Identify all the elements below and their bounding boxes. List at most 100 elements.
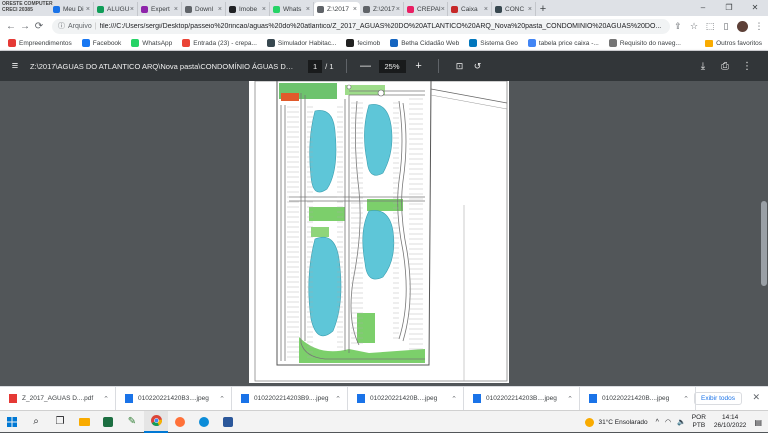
rotate-icon[interactable]: ↺ xyxy=(469,61,487,72)
downloads-list: Z_2017_AGUAS D....pdf ⌃ 010220221420B3....… xyxy=(0,386,696,411)
download-options-icon[interactable]: ⌃ xyxy=(451,395,457,403)
bookmark-item[interactable]: Empreendimentos xyxy=(8,39,72,47)
tab-close-icon[interactable]: × xyxy=(86,6,90,13)
print-icon[interactable]: ⎙ xyxy=(714,61,736,72)
download-item[interactable]: Z_2017_AGUAS D....pdf ⌃ xyxy=(0,386,116,411)
bookmark-item[interactable]: Simulador Habitac... xyxy=(266,39,336,47)
tab-close-icon[interactable]: × xyxy=(262,6,266,13)
pen-app-icon[interactable]: ✎ xyxy=(120,411,144,433)
zoom-level-input[interactable]: 25% xyxy=(378,59,406,73)
word-icon[interactable] xyxy=(216,411,240,433)
volume-icon[interactable]: 🔈 xyxy=(677,418,686,426)
download-options-icon[interactable]: ⌃ xyxy=(683,395,689,403)
bookmark-label: tabela price caixa -... xyxy=(538,39,599,47)
browser-tab[interactable]: Z:\2017 × xyxy=(314,2,360,16)
zoom-in-button[interactable]: + xyxy=(412,60,426,72)
maximize-button[interactable]: ❐ xyxy=(716,0,742,16)
tab-close-icon[interactable]: × xyxy=(306,6,310,13)
download-options-icon[interactable]: ⌃ xyxy=(219,395,225,403)
side-panel-icon[interactable]: ▯ xyxy=(718,21,734,32)
windows-start-icon[interactable] xyxy=(0,411,24,433)
download-options-icon[interactable]: ⌃ xyxy=(335,395,341,403)
toolbar-divider xyxy=(437,59,439,73)
chrome-icon[interactable] xyxy=(144,410,168,433)
bookmark-star-icon[interactable]: ☆ xyxy=(686,21,702,32)
browser-tab[interactable]: Caixa × xyxy=(448,2,492,16)
language-indicator[interactable]: POR PTB xyxy=(692,414,706,430)
browser-menu-icon[interactable]: ⋮ xyxy=(751,21,767,32)
back-button[interactable]: ← xyxy=(4,21,18,32)
tab-close-icon[interactable]: × xyxy=(441,6,445,13)
firefox-icon[interactable] xyxy=(168,411,192,433)
reload-button[interactable]: ⟳ xyxy=(32,21,46,32)
excel-icon[interactable] xyxy=(96,411,120,433)
url-text[interactable]: file:///C:/Users/sergi/Desktop/passeio%2… xyxy=(100,23,662,30)
weather-widget[interactable]: 31°C Ensolarado xyxy=(585,417,648,427)
browser-tab[interactable]: Expert × xyxy=(138,2,182,16)
download-item[interactable]: 010220221420B3....jpeg ⌃ xyxy=(116,386,232,411)
browser-tab[interactable]: CREPAI × xyxy=(404,2,448,16)
edge-icon[interactable] xyxy=(192,411,216,433)
browser-tab[interactable]: CONC × xyxy=(492,2,536,16)
wifi-icon[interactable]: ◠ xyxy=(665,418,671,426)
download-options-icon[interactable]: ⌃ xyxy=(567,395,573,403)
bookmark-item[interactable]: Requisito do naveg... xyxy=(608,39,681,47)
file-explorer-icon[interactable] xyxy=(72,411,96,433)
address-bar[interactable]: ⓘ Arquivo | file:///C:/Users/sergi/Deskt… xyxy=(52,18,670,34)
fit-page-icon[interactable]: ⊡ xyxy=(451,61,469,72)
tab-close-icon[interactable]: × xyxy=(353,6,357,13)
show-hidden-icons[interactable]: ^ xyxy=(656,419,659,426)
viewer-scrollbar[interactable] xyxy=(761,201,767,286)
tab-close-icon[interactable]: × xyxy=(218,6,222,13)
watermark-line: CRECI 20385 xyxy=(2,7,33,13)
share-icon[interactable]: ⇪ xyxy=(670,21,686,32)
pdf-toolbar: ≡ Z:\2017\AGUAS DO ATLANTICO ARQ\Nova pa… xyxy=(0,51,768,81)
zoom-out-button[interactable]: — xyxy=(359,60,373,72)
download-item[interactable]: 0102202214203B....jpeg ⌃ xyxy=(464,386,580,411)
pdf-menu-icon[interactable]: ≡ xyxy=(0,60,30,72)
more-options-icon[interactable]: ⋮ xyxy=(736,61,758,72)
extensions-icon[interactable]: ⬚ xyxy=(702,21,718,32)
search-icon[interactable]: ⌕ xyxy=(24,411,48,433)
close-downloads-icon[interactable]: ✕ xyxy=(752,392,760,403)
browser-tab[interactable]: Z:\2017 × xyxy=(360,2,404,16)
new-tab-button[interactable]: + xyxy=(536,2,550,16)
clock[interactable]: 14:14 26/10/2022 xyxy=(714,414,747,430)
browser-tab[interactable]: Imobe × xyxy=(226,2,270,16)
bookmark-item[interactable]: Betha Cidadão Web xyxy=(390,39,459,47)
pdf-viewer[interactable] xyxy=(0,81,768,386)
browser-tab[interactable]: Whats × xyxy=(270,2,314,16)
tab-close-icon[interactable]: × xyxy=(396,6,400,13)
bookmark-item[interactable]: WhatsApp xyxy=(131,39,172,47)
forward-button[interactable]: → xyxy=(18,21,32,32)
show-all-downloads-button[interactable]: Exibir todos xyxy=(694,392,742,405)
bookmark-item[interactable]: Sistema Geo xyxy=(469,39,518,47)
browser-tab[interactable]: Meu Di × xyxy=(50,2,94,16)
bookmark-item[interactable]: tabela price caixa -... xyxy=(527,39,599,47)
bookmark-item[interactable]: Facebook xyxy=(81,39,121,47)
close-window-button[interactable]: ✕ xyxy=(742,0,768,16)
tab-close-icon[interactable]: × xyxy=(174,6,178,13)
download-options-icon[interactable]: ⌃ xyxy=(103,395,109,403)
bookmark-item[interactable]: fecimob xyxy=(346,39,380,47)
tab-close-icon[interactable]: × xyxy=(528,6,532,13)
tab-label: Expert xyxy=(151,5,170,13)
minimize-button[interactable]: – xyxy=(690,0,716,16)
download-item[interactable]: 010220221420B....jpeg ⌃ xyxy=(580,386,696,411)
site-info-icon[interactable]: ⓘ xyxy=(58,21,65,31)
sun-icon xyxy=(585,417,595,427)
browser-tab[interactable]: ALUGU × xyxy=(94,2,138,16)
task-view-icon[interactable]: ❐ xyxy=(48,411,72,433)
profile-avatar[interactable] xyxy=(737,20,748,32)
download-item[interactable]: 0102202214203B9....jpeg ⌃ xyxy=(232,386,348,411)
page-number-input[interactable]: 1 xyxy=(308,59,323,73)
bookmark-item[interactable]: Entrada (23) - crepa... xyxy=(182,39,257,47)
notifications-icon[interactable]: ▤ xyxy=(754,418,762,427)
download-icon[interactable]: ⤓ xyxy=(692,61,714,72)
download-item[interactable]: 010220221420B....jpeg ⌃ xyxy=(348,386,464,411)
tab-close-icon[interactable]: × xyxy=(130,6,134,13)
browser-tab[interactable]: Downl × xyxy=(182,2,226,16)
other-bookmarks[interactable]: Outros favoritos xyxy=(705,36,762,51)
tab-close-icon[interactable]: × xyxy=(484,6,488,13)
file-icon xyxy=(125,394,133,403)
